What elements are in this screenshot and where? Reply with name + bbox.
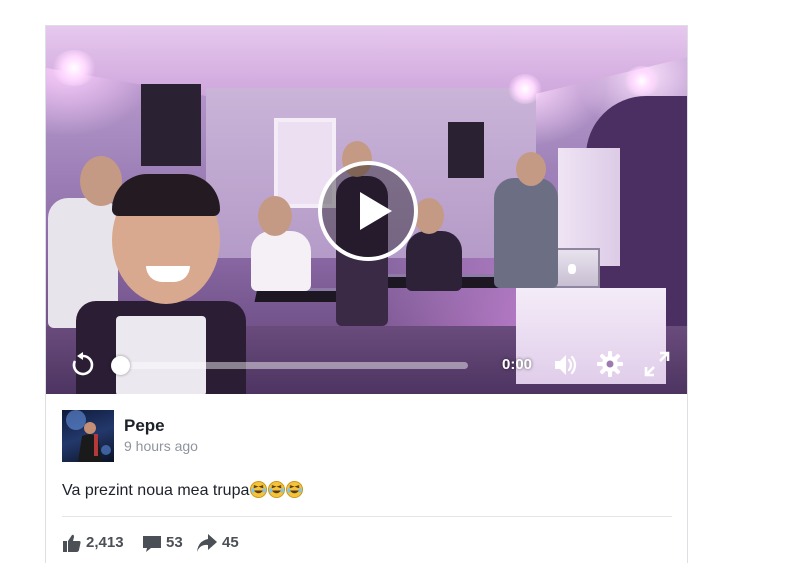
share-arrow-icon <box>197 534 217 552</box>
share-count-button[interactable]: 45 <box>196 532 246 554</box>
laughing-face-emoji-icon <box>286 481 304 498</box>
post-card: 0:00 Pepe 9 hours ago Va prezint noua me… <box>45 25 688 563</box>
avatar[interactable] <box>62 410 114 462</box>
thumbs-up-icon <box>63 534 81 552</box>
divider <box>62 516 672 517</box>
video-scene-light <box>624 66 660 96</box>
comment-count-button[interactable]: 53 <box>142 532 190 554</box>
volume-icon[interactable] <box>552 351 580 379</box>
video-scene-speaker <box>448 122 484 178</box>
laughing-face-emoji-icon <box>250 481 268 498</box>
like-count-button[interactable]: 2,413 <box>62 532 134 554</box>
comment-icon <box>143 536 161 552</box>
video-player[interactable]: 0:00 <box>46 26 687 394</box>
video-scene-speaker <box>141 84 201 166</box>
play-icon <box>360 192 392 230</box>
play-button[interactable] <box>318 161 418 261</box>
like-count: 2,413 <box>86 534 124 551</box>
replay-icon[interactable] <box>70 352 96 378</box>
progress-bar[interactable] <box>111 356 468 375</box>
progress-knob[interactable] <box>111 356 130 375</box>
post-text-content: Va prezint noua mea trupa <box>62 482 250 499</box>
fullscreen-icon[interactable] <box>643 350 671 378</box>
gear-icon[interactable] <box>596 350 624 378</box>
comment-count: 53 <box>166 534 183 551</box>
time-display: 0:00 <box>502 356 533 373</box>
video-scene-light <box>508 74 542 104</box>
post-timestamp[interactable]: 9 hours ago <box>124 438 198 454</box>
avatar-image <box>66 410 111 462</box>
video-controls: 0:00 <box>46 344 687 384</box>
video-scene-light <box>52 50 96 86</box>
post-text: Va prezint noua mea trupa <box>62 481 304 500</box>
share-count: 45 <box>222 534 239 551</box>
author-name[interactable]: Pepe <box>124 416 165 436</box>
laughing-face-emoji-icon <box>268 481 286 498</box>
